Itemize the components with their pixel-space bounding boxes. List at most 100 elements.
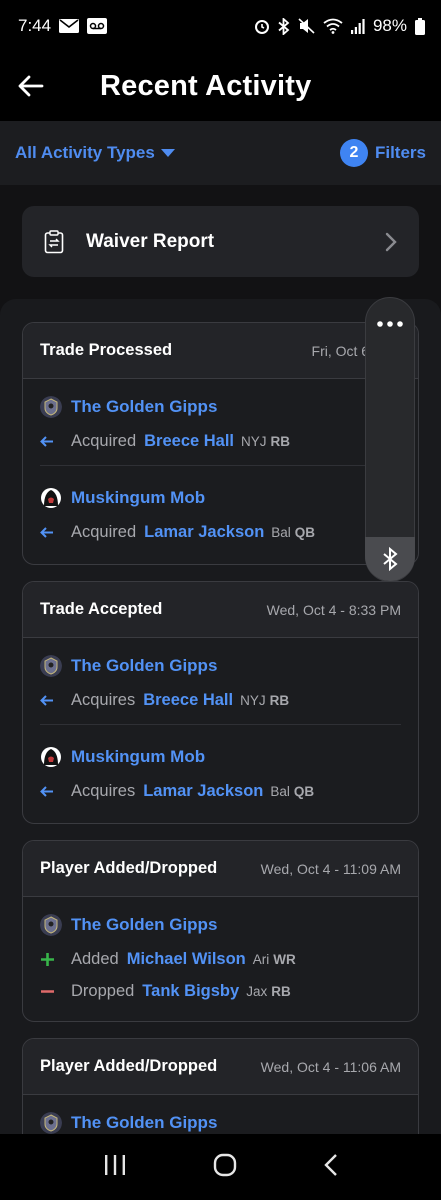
team-row: The Golden Gipps bbox=[23, 907, 418, 943]
team-name-link[interactable]: The Golden Gipps bbox=[71, 397, 217, 417]
player-team: Bal bbox=[270, 783, 290, 799]
arrow-left-icon bbox=[40, 785, 62, 797]
recent-apps-button[interactable] bbox=[104, 1154, 126, 1181]
team-row: The Golden Gipps bbox=[23, 648, 418, 684]
player-team: NYJ bbox=[240, 692, 266, 708]
move-verb: Acquires bbox=[71, 781, 136, 800]
player-position: RB bbox=[271, 983, 291, 999]
card-header: Trade Accepted Wed, Oct 4 - 8:33 PM bbox=[23, 582, 418, 638]
player-link[interactable]: Lamar Jackson bbox=[143, 782, 263, 801]
move-row: Added Michael Wilson Ari WR bbox=[23, 943, 418, 975]
card-title: Trade Processed bbox=[40, 341, 173, 359]
caret-down-icon bbox=[160, 149, 175, 157]
muskingum-mob-logo-icon bbox=[41, 747, 61, 767]
bluetooth-icon bbox=[383, 547, 398, 571]
waiver-report-button[interactable]: Waiver Report bbox=[22, 206, 419, 277]
player-position: RB bbox=[269, 692, 290, 708]
chevron-left-icon bbox=[323, 1153, 337, 1176]
card-date: Wed, Oct 4 - 11:06 AM bbox=[260, 1058, 401, 1075]
activity-card-trade-accepted[interactable]: Trade Accepted Wed, Oct 4 - 8:33 PM The … bbox=[22, 581, 419, 824]
back-button[interactable] bbox=[0, 56, 62, 116]
team-name-link[interactable]: The Golden Gipps bbox=[71, 915, 217, 935]
battery-icon bbox=[415, 17, 425, 35]
player-link[interactable]: Lamar Jackson bbox=[144, 523, 264, 542]
player-position: RB bbox=[270, 433, 291, 449]
minus-icon bbox=[40, 984, 62, 999]
move-verb: Acquires bbox=[71, 690, 136, 709]
mute-icon bbox=[298, 18, 315, 34]
activity-card-trade-processed[interactable]: Trade Processed Fri, Oct 6 - 8:2 The Gol… bbox=[22, 322, 419, 565]
activity-card-add-drop[interactable]: Player Added/Dropped Wed, Oct 4 - 11:09 … bbox=[22, 840, 419, 1022]
arrow-left-icon bbox=[40, 435, 62, 447]
waiver-report-label: Waiver Report bbox=[86, 230, 215, 252]
activity-type-dropdown[interactable]: All Activity Types bbox=[15, 143, 175, 163]
activity-card-add-drop[interactable]: Player Added/Dropped Wed, Oct 4 - 11:06 … bbox=[22, 1038, 419, 1134]
move-verb: Added bbox=[71, 949, 119, 968]
app-header: Recent Activity bbox=[0, 52, 441, 120]
move-verb: Acquired bbox=[71, 522, 137, 541]
player-link[interactable]: Breece Hall bbox=[144, 432, 234, 451]
arrow-left-icon bbox=[40, 526, 62, 538]
golden-gipps-logo-icon bbox=[40, 396, 62, 418]
move-row: Acquired Breece Hall NYJ RB bbox=[23, 425, 418, 457]
clipboard-swap-icon bbox=[44, 229, 64, 253]
wifi-icon bbox=[323, 18, 343, 34]
team-row: The Golden Gipps bbox=[23, 1105, 418, 1134]
card-date: Wed, Oct 4 - 11:09 AM bbox=[260, 860, 401, 877]
recent-apps-icon bbox=[104, 1154, 125, 1175]
card-title: Player Added/Dropped bbox=[40, 859, 218, 877]
move-row: Acquires Breece Hall NYJ RB bbox=[23, 684, 418, 716]
player-team: Jax bbox=[246, 983, 268, 999]
filter-count-badge: 2 bbox=[339, 139, 368, 167]
arrow-left-icon bbox=[18, 75, 44, 97]
move-verb: Acquired bbox=[71, 431, 137, 450]
team-name-link[interactable]: The Golden Gipps bbox=[71, 656, 217, 676]
player-team: Bal bbox=[271, 524, 291, 540]
player-team: Ari bbox=[252, 951, 270, 967]
player-link[interactable]: Breece Hall bbox=[143, 691, 233, 710]
filter-bar: All Activity Types 2 Filters bbox=[0, 121, 441, 185]
golden-gipps-logo-icon bbox=[40, 655, 62, 677]
team-row: The Golden Gipps bbox=[23, 389, 418, 425]
team-name-link[interactable]: The Golden Gipps bbox=[71, 1113, 217, 1133]
player-team: NYJ bbox=[241, 433, 267, 449]
player-position: QB bbox=[294, 524, 316, 540]
team-row: Muskingum Mob bbox=[23, 480, 418, 516]
move-row: Acquired Lamar Jackson Bal QB bbox=[23, 516, 418, 548]
filters-button[interactable]: 2 Filters bbox=[339, 139, 426, 167]
player-link[interactable]: Michael Wilson bbox=[127, 950, 246, 969]
status-bar: 7:44 98% bbox=[0, 0, 441, 52]
battery-percent: 98% bbox=[372, 16, 407, 35]
move-row: Acquires Lamar Jackson Bal QB bbox=[23, 775, 418, 807]
golden-gipps-logo-icon bbox=[40, 1112, 62, 1134]
plus-icon bbox=[40, 952, 62, 967]
floating-overlay-panel[interactable] bbox=[365, 297, 415, 582]
golden-gipps-logo-icon bbox=[40, 914, 62, 936]
filters-label: Filters bbox=[374, 143, 426, 162]
muskingum-mob-logo-icon bbox=[41, 488, 61, 508]
arrow-left-icon bbox=[40, 694, 62, 706]
team-name-link[interactable]: Muskingum Mob bbox=[71, 488, 205, 508]
home-button[interactable] bbox=[213, 1153, 237, 1182]
signal-icon bbox=[350, 18, 365, 34]
move-verb: Dropped bbox=[71, 981, 135, 1000]
player-position: QB bbox=[293, 783, 315, 799]
player-link[interactable]: Tank Bigsby bbox=[142, 982, 239, 1001]
status-time: 7:44 bbox=[18, 16, 52, 35]
system-nav-bar bbox=[0, 1134, 441, 1200]
more-options-icon[interactable] bbox=[377, 314, 403, 332]
home-icon bbox=[213, 1153, 236, 1176]
move-row: Dropped Tank Bigsby Jax RB bbox=[23, 975, 418, 1007]
activity-type-label: All Activity Types bbox=[15, 143, 155, 162]
card-header: Player Added/Dropped Wed, Oct 4 - 11:09 … bbox=[23, 841, 418, 897]
alarm-icon bbox=[254, 18, 270, 34]
team-name-link[interactable]: Muskingum Mob bbox=[71, 747, 205, 767]
player-position: WR bbox=[273, 951, 296, 967]
mail-icon bbox=[59, 19, 80, 33]
card-header: Player Added/Dropped Wed, Oct 4 - 11:06 … bbox=[23, 1039, 418, 1095]
page-title: Recent Activity bbox=[100, 69, 312, 102]
card-title: Player Added/Dropped bbox=[40, 1057, 218, 1075]
bluetooth-toggle[interactable] bbox=[365, 537, 415, 581]
back-nav-button[interactable] bbox=[323, 1153, 338, 1182]
team-row: Muskingum Mob bbox=[23, 739, 418, 775]
